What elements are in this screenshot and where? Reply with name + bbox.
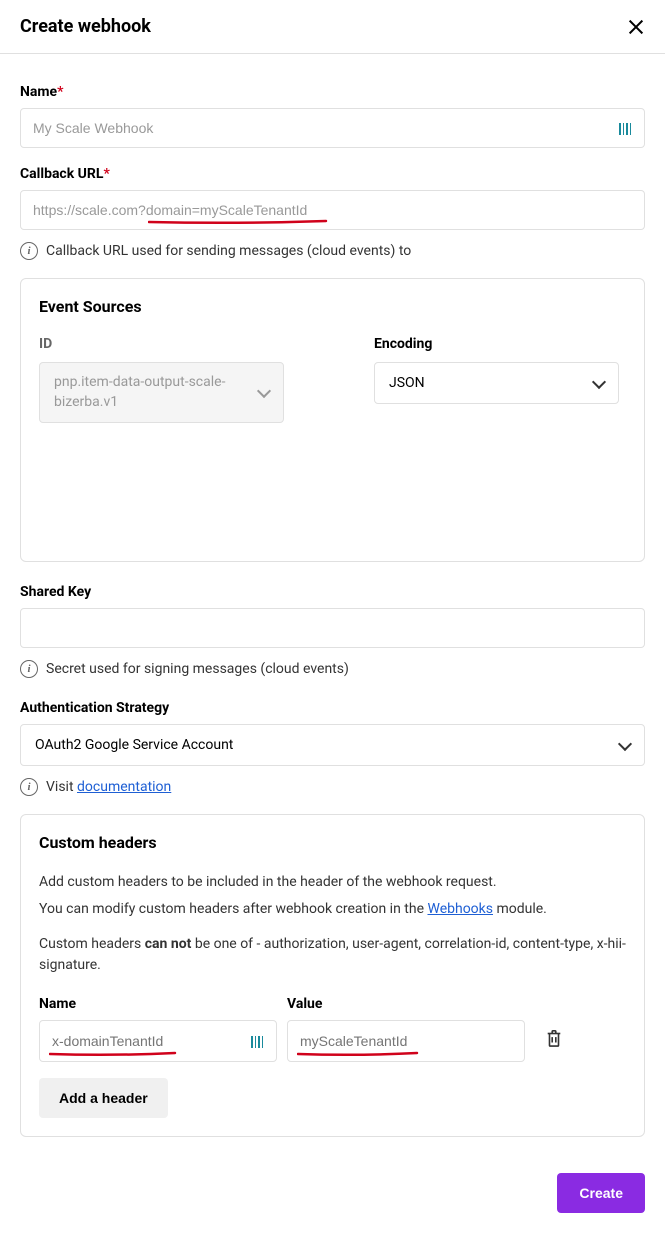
add-header-button[interactable]: Add a header bbox=[39, 1078, 168, 1118]
custom-headers-description: Add custom headers to be included in the… bbox=[39, 872, 626, 976]
delete-icon[interactable] bbox=[545, 1033, 563, 1052]
close-icon[interactable] bbox=[627, 18, 645, 36]
generate-icon[interactable] bbox=[619, 121, 633, 135]
info-icon: i bbox=[20, 660, 38, 678]
auth-strategy-select[interactable]: OAuth2 Google Service Account bbox=[20, 724, 645, 766]
callback-url-input[interactable] bbox=[20, 190, 645, 230]
callback-url-label: Callback URL* bbox=[20, 166, 645, 182]
event-sources-title: Event Sources bbox=[39, 297, 626, 316]
webhooks-link[interactable]: Webhooks bbox=[427, 901, 493, 917]
encoding-select[interactable]: JSON bbox=[374, 362, 619, 404]
info-icon: i bbox=[20, 778, 38, 796]
chevron-down-icon bbox=[592, 374, 606, 388]
name-input[interactable] bbox=[20, 108, 645, 148]
header-name-input[interactable] bbox=[39, 1020, 277, 1062]
chevron-down-icon bbox=[257, 384, 271, 398]
header-value-input[interactable] bbox=[287, 1020, 525, 1062]
modal-title: Create webhook bbox=[20, 16, 151, 37]
shared-key-input[interactable] bbox=[20, 608, 645, 648]
shared-key-helper-text: Secret used for signing messages (cloud … bbox=[46, 661, 349, 677]
event-source-id-label: ID bbox=[39, 336, 284, 352]
chevron-down-icon bbox=[618, 737, 632, 751]
auth-helper-text: Visit documentation bbox=[46, 779, 171, 795]
event-sources-card: Event Sources ID pnp.item-data-output-sc… bbox=[20, 278, 645, 562]
callback-helper-text: Callback URL used for sending messages (… bbox=[46, 243, 411, 259]
create-button[interactable]: Create bbox=[557, 1173, 645, 1213]
documentation-link[interactable]: documentation bbox=[77, 779, 171, 795]
generate-icon[interactable] bbox=[251, 1034, 265, 1048]
header-name-label: Name bbox=[39, 996, 277, 1012]
name-label: Name* bbox=[20, 84, 645, 100]
header-value-label: Value bbox=[287, 996, 525, 1012]
custom-headers-title: Custom headers bbox=[39, 833, 626, 852]
info-icon: i bbox=[20, 242, 38, 260]
event-source-id-select[interactable]: pnp.item-data-output-scale-bizerba.v1 bbox=[39, 362, 284, 423]
custom-headers-card: Custom headers Add custom headers to be … bbox=[20, 814, 645, 1137]
encoding-label: Encoding bbox=[374, 336, 619, 352]
auth-strategy-label: Authentication Strategy bbox=[20, 700, 645, 716]
shared-key-label: Shared Key bbox=[20, 584, 645, 600]
